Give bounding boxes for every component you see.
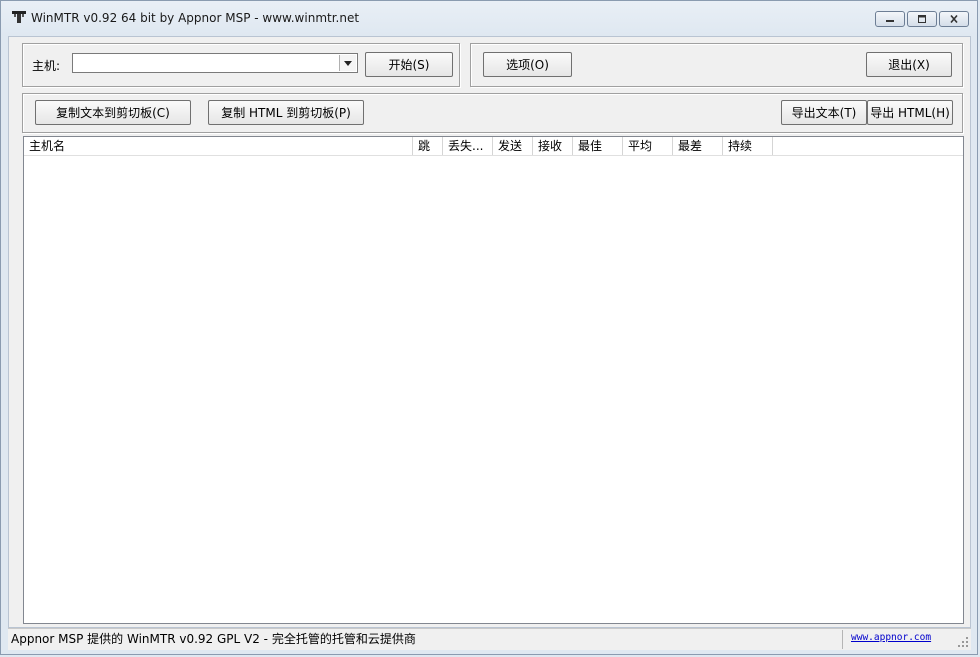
winmtr-app-icon [12, 11, 26, 23]
host-label: 主机: [32, 59, 61, 73]
column-header-hostname[interactable]: 主机名 [24, 137, 413, 155]
status-message: Appnor MSP 提供的 WinMTR v0.92 GPL V2 - 完全托… [8, 630, 843, 649]
appnor-link[interactable]: www.appnor.com [851, 632, 931, 643]
exit-button[interactable]: 退出(X) [866, 52, 952, 77]
resize-grip-icon[interactable] [957, 636, 969, 648]
column-header-loss[interactable]: 丢失... [443, 137, 493, 155]
options-group: 选项(O) 退出(X) [470, 43, 963, 87]
trace-results-table[interactable]: 主机名 跳 丢失... 发送 接收 最佳 平均 最差 持续 [23, 136, 964, 624]
column-header-last[interactable]: 持续 [723, 137, 773, 155]
winmtr-window: WinMTR v0.92 64 bit by Appnor MSP - www.… [0, 0, 978, 655]
options-button[interactable]: 选项(O) [483, 52, 572, 77]
copy-text-button[interactable]: 复制文本到剪切板(C) [35, 100, 191, 125]
minimize-button[interactable] [875, 11, 905, 27]
maximize-button[interactable] [907, 11, 937, 27]
column-header-best[interactable]: 最佳 [573, 137, 623, 155]
window-title: WinMTR v0.92 64 bit by Appnor MSP - www.… [31, 11, 360, 25]
table-header: 主机名 跳 丢失... 发送 接收 最佳 平均 最差 持续 [24, 137, 963, 156]
column-header-recv[interactable]: 接收 [533, 137, 573, 155]
actions-group: 复制文本到剪切板(C) 复制 HTML 到剪切板(P) 导出文本(T) 导出 H… [22, 93, 963, 133]
close-icon [950, 15, 958, 23]
client-area: 主机: 开始(S) 选项(O) 退出(X) 复制文本到剪切板(C) 复制 HTM… [8, 36, 971, 628]
column-header-hop[interactable]: 跳 [413, 137, 443, 155]
host-group: 主机: 开始(S) [22, 43, 460, 87]
export-html-button[interactable]: 导出 HTML(H) [867, 100, 953, 125]
start-button[interactable]: 开始(S) [365, 52, 453, 77]
column-header-avg[interactable]: 平均 [623, 137, 673, 155]
copy-html-button[interactable]: 复制 HTML 到剪切板(P) [208, 100, 364, 125]
host-dropdown-button[interactable] [339, 55, 356, 71]
column-header-sent[interactable]: 发送 [493, 137, 533, 155]
minimize-icon [886, 20, 894, 22]
chevron-down-icon [344, 60, 352, 66]
column-header-worst[interactable]: 最差 [673, 137, 723, 155]
close-button[interactable] [939, 11, 969, 27]
status-bar: Appnor MSP 提供的 WinMTR v0.92 GPL V2 - 完全托… [8, 628, 971, 650]
title-bar[interactable]: WinMTR v0.92 64 bit by Appnor MSP - www.… [1, 1, 977, 35]
export-text-button[interactable]: 导出文本(T) [781, 100, 867, 125]
host-combobox[interactable] [72, 53, 358, 73]
maximize-icon [918, 15, 926, 23]
window-controls [875, 11, 969, 27]
